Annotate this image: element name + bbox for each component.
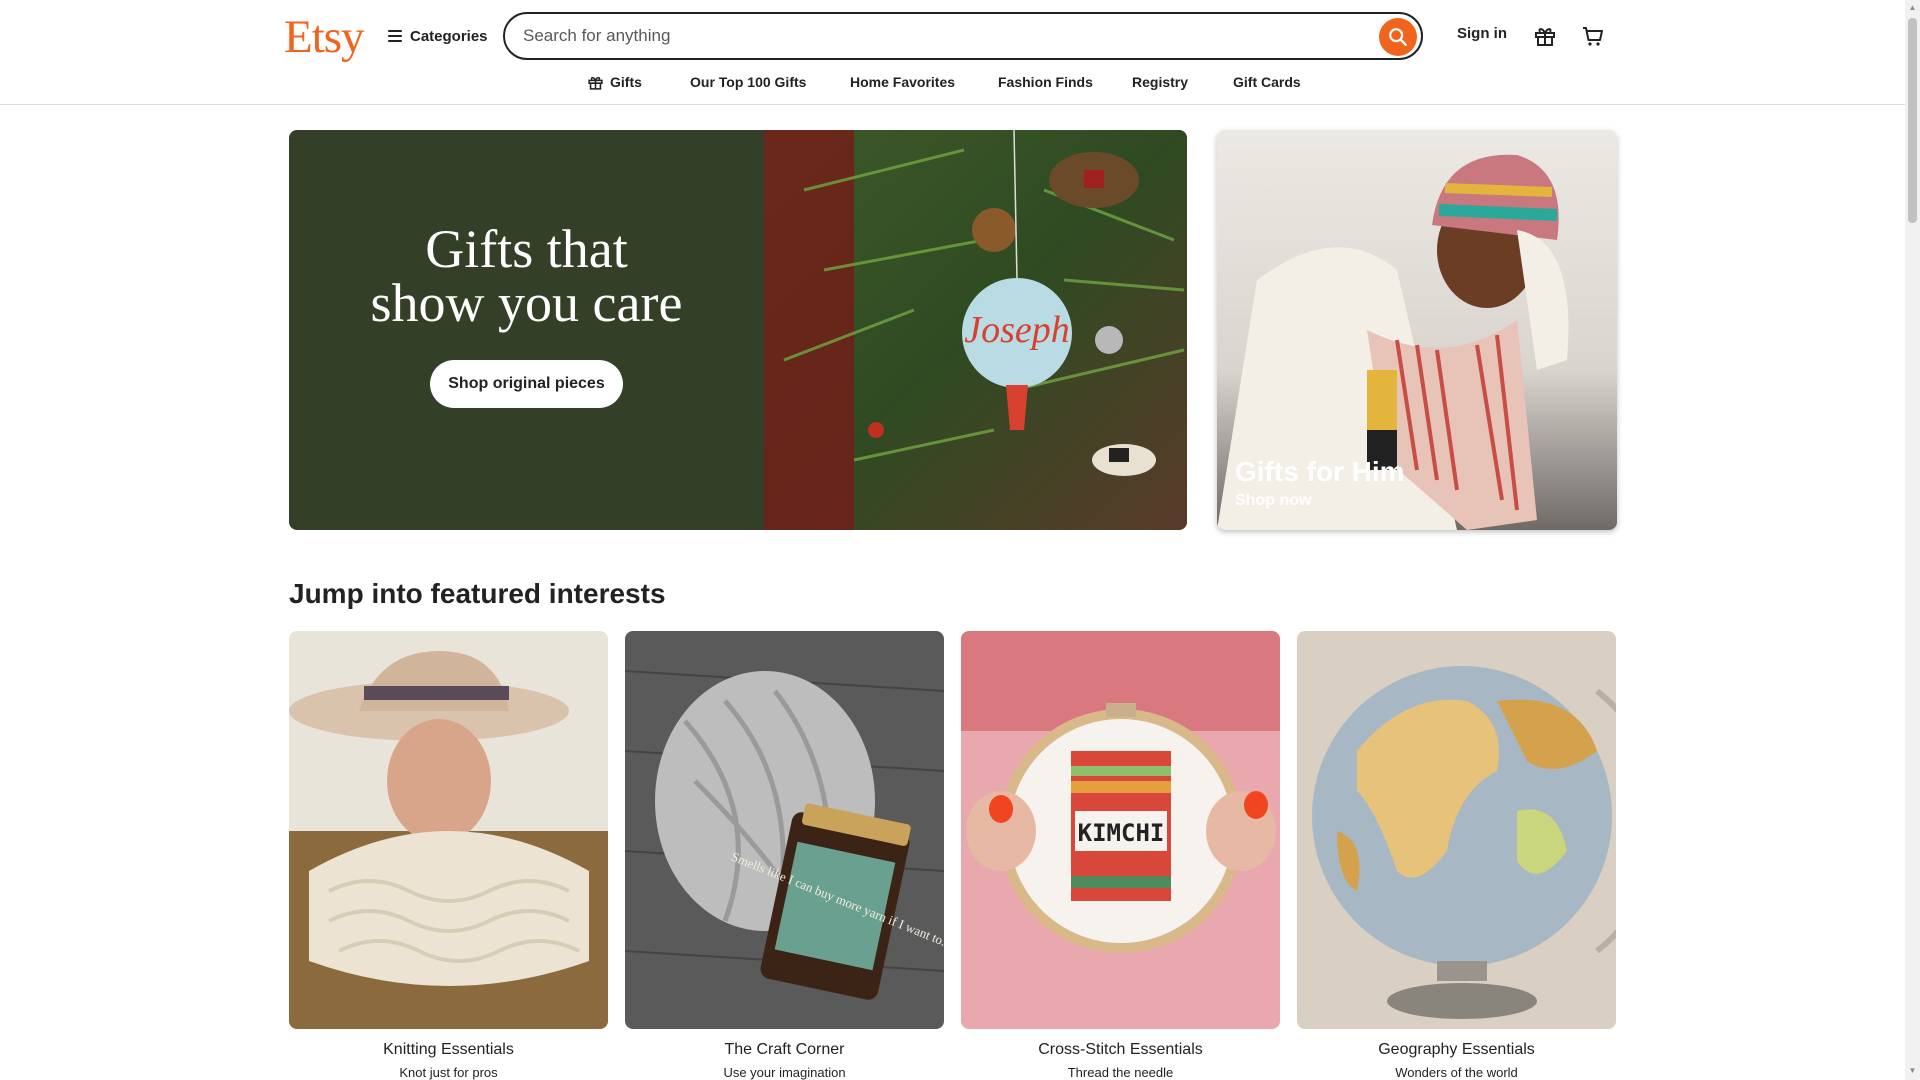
gift-icon-button[interactable]	[1531, 22, 1559, 50]
interest-card-craft-corner[interactable]: Smells like I can buy more yarn if I wan…	[625, 631, 944, 1080]
site-header: Etsy Categories Sign in	[0, 0, 1905, 105]
nav-item-label: Our Top 100 Gifts	[690, 74, 807, 90]
nav-item-registry[interactable]: Registry	[1132, 70, 1188, 94]
sign-in-link[interactable]: Sign in	[1457, 25, 1507, 42]
cart-button[interactable]	[1579, 22, 1607, 50]
menu-icon	[388, 30, 402, 42]
gift-icon	[588, 76, 603, 90]
nav-item-label: Home Favorites	[850, 74, 956, 90]
hero-title-line: Gifts that	[425, 219, 628, 279]
knitting-photo	[289, 631, 608, 1029]
interest-card-label: Cross-Stitch Essentials	[1038, 1041, 1203, 1058]
interest-card-label: Geography Essentials	[1378, 1041, 1535, 1058]
hero-title: Gifts that show you care	[317, 222, 737, 330]
nav-item-gift-cards[interactable]: Gift Cards	[1233, 70, 1301, 94]
interest-card-label: Knitting Essentials	[383, 1041, 514, 1058]
search-input[interactable]	[523, 22, 1343, 50]
gifts-for-him-card[interactable]: Gifts for Him Shop now	[1217, 130, 1617, 530]
etsy-logo[interactable]: Etsy	[284, 10, 365, 64]
hero-title-line: show you care	[370, 273, 683, 333]
nav-item-label: Registry	[1132, 74, 1189, 90]
side-card-title: Gifts for Him	[1235, 456, 1405, 487]
nav-item-gifts[interactable]: Gifts	[587, 70, 642, 94]
interest-card-label: The Craft Corner	[724, 1041, 845, 1058]
featured-interests-title: Jump into featured interests	[289, 578, 666, 609]
interest-card-geography[interactable]: Geography Essentials Wonders of the worl…	[1297, 631, 1616, 1080]
categories-button[interactable]: Categories	[388, 22, 488, 50]
cart-icon	[1583, 27, 1603, 46]
nav-item-fashion-finds[interactable]: Fashion Finds	[998, 70, 1093, 94]
page-scrollbar[interactable]: ▲ ▼	[1905, 0, 1920, 1080]
interest-card-subtitle: Use your imagination	[723, 1065, 846, 1080]
side-card-cta[interactable]: Shop now	[1235, 492, 1311, 510]
category-nav: Gifts Our Top 100 Gifts Home Favorites F…	[0, 70, 1905, 94]
interest-card-subtitle: Thread the needle	[1067, 1065, 1174, 1080]
hero-text-panel: Gifts that show you care Shop original p…	[289, 130, 764, 530]
shop-original-pieces-button[interactable]: Shop original pieces	[430, 360, 623, 408]
nav-item-top-100-gifts[interactable]: Our Top 100 Gifts	[690, 70, 806, 94]
nav-item-home-favorites[interactable]: Home Favorites	[850, 70, 955, 94]
christmas-ornament-photo: Joseph	[764, 130, 1187, 530]
nav-item-label: Fashion Finds	[998, 74, 1093, 90]
search-icon	[1389, 28, 1407, 46]
interest-card-subtitle: Wonders of the world	[1395, 1065, 1518, 1080]
nav-item-label: Gifts	[610, 74, 642, 90]
scrollbar-thumb[interactable]	[1908, 18, 1917, 223]
search-button[interactable]	[1379, 18, 1417, 56]
hero-banner[interactable]: Gifts that show you care Shop original p…	[289, 130, 1187, 530]
hoop-text: KIMCHI	[1078, 819, 1165, 847]
categories-label: Categories	[410, 27, 488, 45]
search-bar	[503, 12, 1423, 60]
ornament-name-text: Joseph	[964, 309, 1070, 351]
globe-photo	[1297, 631, 1616, 1029]
interest-card-cross-stitch[interactable]: KIMCHI Cross-Stitch Essentials Thread th…	[961, 631, 1280, 1080]
scroll-down-icon[interactable]: ▼	[1908, 1066, 1917, 1075]
gift-icon	[1535, 28, 1555, 46]
craft-corner-photo: Smells like I can buy more yarn if I wan…	[625, 631, 944, 1029]
interest-card-knitting[interactable]: Knitting Essentials Knot just for pros	[289, 631, 608, 1080]
scroll-up-icon[interactable]: ▲	[1908, 3, 1917, 12]
interest-card-subtitle: Knot just for pros	[399, 1065, 498, 1080]
nav-item-label: Gift Cards	[1233, 74, 1301, 90]
cross-stitch-photo: KIMCHI	[961, 631, 1280, 1029]
